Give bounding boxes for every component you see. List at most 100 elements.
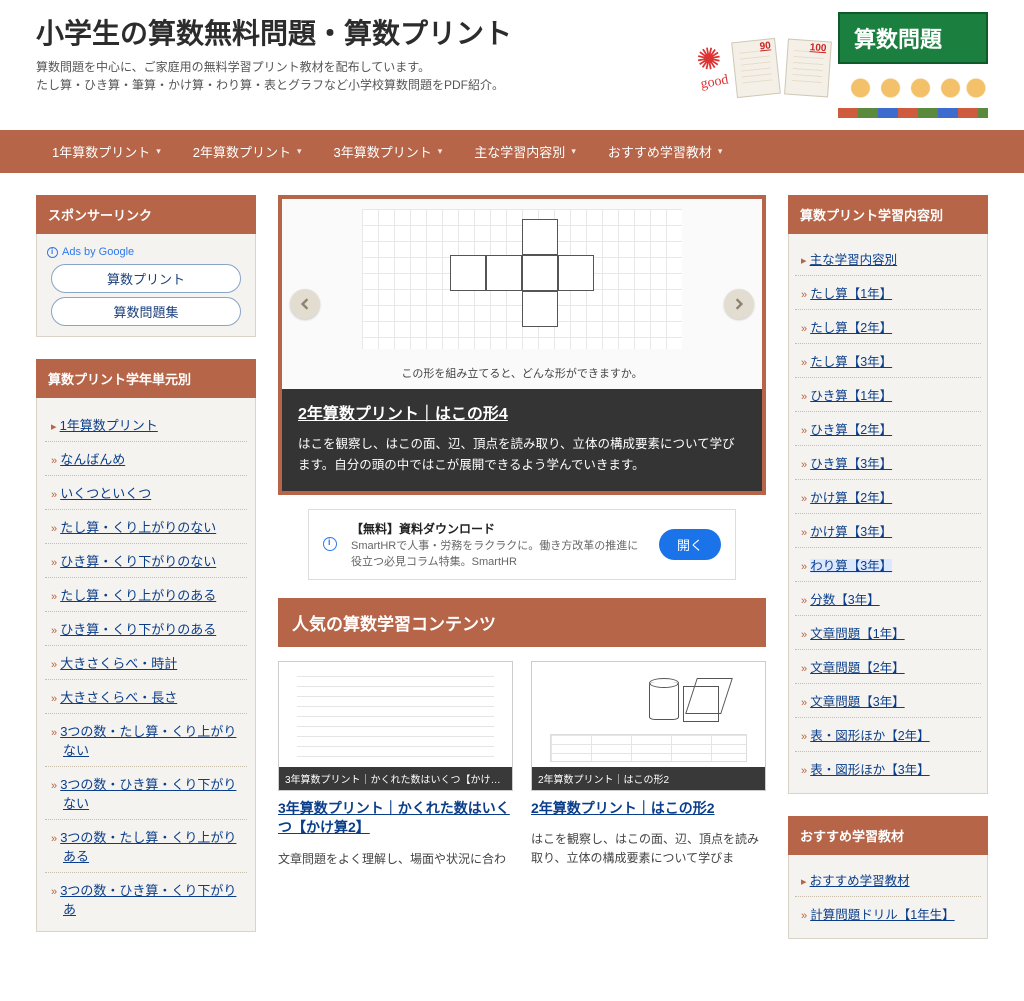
cube-net-icon [450,219,594,327]
sponsor-widget-body: Ads by Google 算数プリント 算数問題集 [36,234,256,337]
nav-item-by-topic[interactable]: 主な学習内容別 ▾ [458,130,592,173]
slide-problem-text: この形を組み立てると、どんな形ができますか。 [282,365,762,381]
ad-pill-2[interactable]: 算数問題集 [51,297,241,326]
content-card: 3年算数プリント｜かくれた数はいくつ【かけ算2】 3年算数プリント｜かくれた数は… [278,661,513,881]
inline-ad[interactable]: 【無料】資料ダウンロード SmartHRで人事・労務をラクラクに。働き方改革の推… [308,509,736,580]
card-tag: 3年算数プリント｜かくれた数はいくつ【かけ算2】 [279,767,512,790]
chevron-down-icon: ▾ [718,146,723,157]
inline-ad-open-button[interactable]: 開く [659,529,721,560]
chevron-down-icon: ▾ [156,146,161,157]
inline-ad-title: 【無料】資料ダウンロード [351,520,645,537]
kids-illustration-icon [838,64,988,124]
nav-item-grade2[interactable]: 2年算数プリント ▾ [177,130,318,173]
chevron-down-icon: ▾ [297,146,302,157]
chevron-left-icon [299,298,311,310]
unit-widget: 算数プリント学年単元別 1年算数プリント なんばんめ いくつといくつ たし算・く… [36,359,256,932]
category-item[interactable]: ひき算【1年】 [795,378,981,412]
unit-item[interactable]: いくつといくつ [45,476,247,510]
table-lines-graphic [550,734,747,762]
category-item[interactable]: 分数【3年】 [795,582,981,616]
recommended-widget: おすすめ学習教材 おすすめ学習教材 計算問題ドリル【1年生】 [788,816,988,939]
test-paper-icon: 100 [784,39,832,98]
subject-badge: 算数問題 [838,12,988,64]
nav-item-grade1[interactable]: 1年算数プリント ▾ [36,130,177,173]
slide-title-link[interactable]: 2年算数プリント｜はこの形4 [298,401,508,428]
category-item[interactable]: たし算【2年】 [795,310,981,344]
unit-item[interactable]: たし算・くり上がりのある [45,578,247,612]
card-title-link[interactable]: 3年算数プリント｜かくれた数はいくつ【かけ算2】 [278,799,513,838]
cylinder-icon [649,682,679,720]
category-item[interactable]: 文章問題【2年】 [795,650,981,684]
category-item[interactable]: かけ算【3年】 [795,514,981,548]
content-card: 2年算数プリント｜はこの形2 2年算数プリント｜はこの形2 はこを観察し、はこの… [531,661,766,881]
unit-item[interactable]: 大きさくらべ・長さ [45,680,247,714]
unit-item[interactable]: なんばんめ [45,442,247,476]
recommended-main-item[interactable]: おすすめ学習教材 [795,863,981,897]
popular-cards: 3年算数プリント｜かくれた数はいくつ【かけ算2】 3年算数プリント｜かくれた数は… [278,661,766,881]
site-title[interactable]: 小学生の算数無料問題・算数プリント [36,12,512,52]
category-item[interactable]: ひき算【2年】 [795,412,981,446]
unit-main-item[interactable]: 1年算数プリント [45,408,247,442]
widget-title-categories: 算数プリント学習内容別 [788,195,988,234]
main-navbar: 1年算数プリント ▾ 2年算数プリント ▾ 3年算数プリント ▾ 主な学習内容別… [0,130,1024,173]
unit-main-link[interactable]: 1年算数プリント [60,418,158,433]
site-description: 算数問題を中心に、ご家庭用の無料学習プリント教材を配布しています。 たし算・ひき… [36,58,512,94]
chevron-right-icon [733,298,745,310]
left-sidebar: スポンサーリンク Ads by Google 算数プリント 算数問題集 算数プリ… [36,195,256,961]
category-item[interactable]: 表・図形ほか【3年】 [795,752,981,785]
unit-widget-body: 1年算数プリント なんばんめ いくつといくつ たし算・くり上がりのない ひき算・… [36,398,256,932]
inline-ad-text: 【無料】資料ダウンロード SmartHRで人事・労務をラクラクに。働き方改革の推… [351,520,645,569]
category-main-item[interactable]: 主な学習内容別 [795,242,981,276]
card-tag: 2年算数プリント｜はこの形2 [532,767,765,790]
right-sidebar: 算数プリント学習内容別 主な学習内容別 たし算【1年】 たし算【2年】 たし算【… [788,195,988,961]
widget-title-sponsor: スポンサーリンク [36,195,256,234]
info-icon [323,537,337,551]
grid-paper-graphic [362,209,682,349]
ad-pill-1[interactable]: 算数プリント [51,264,241,293]
nav-item-recommended[interactable]: おすすめ学習教材 ▾ [592,130,739,173]
header-illustration: ✺ good 90 100 算数問題 [698,12,988,124]
unit-item[interactable]: 3つの数・たし算・くり上がりある [45,820,247,873]
unit-item[interactable]: 3つの数・ひき算・くり下がりない [45,767,247,820]
category-item[interactable]: 文章問題【1年】 [795,616,981,650]
unit-item[interactable]: 大きさくらべ・時計 [45,646,247,680]
unit-item[interactable]: たし算・くり上がりのない [45,510,247,544]
widget-title-units: 算数プリント学年単元別 [36,359,256,398]
category-item[interactable]: ひき算【3年】 [795,446,981,480]
header-text-block: 小学生の算数無料問題・算数プリント 算数問題を中心に、ご家庭用の無料学習プリント… [36,12,512,94]
category-item[interactable]: 文章問題【3年】 [795,684,981,718]
unit-list: 1年算数プリント なんばんめ いくつといくつ たし算・くり上がりのない ひき算・… [45,408,247,925]
category-item[interactable]: 表・図形ほか【2年】 [795,718,981,752]
slider-next-button[interactable] [724,289,754,319]
page-grid: スポンサーリンク Ads by Google 算数プリント 算数問題集 算数プリ… [0,173,1024,1001]
category-item[interactable]: たし算【3年】 [795,344,981,378]
ads-by-google-label[interactable]: Ads by Google [47,246,247,258]
recommended-item[interactable]: 計算問題ドリル【1年生】 [795,897,981,930]
category-widget-body: 主な学習内容別 たし算【1年】 たし算【2年】 たし算【3年】 ひき算【1年】 … [788,234,988,794]
popular-section-heading: 人気の算数学習コンテンツ [278,598,766,647]
nav-item-grade3[interactable]: 3年算数プリント ▾ [318,130,459,173]
good-stamp-icon: ✺ good [694,43,730,93]
card-thumbnail[interactable]: 3年算数プリント｜かくれた数はいくつ【かけ算2】 [278,661,513,791]
widget-title-recommended: おすすめ学習教材 [788,816,988,855]
card-description: 文章問題をよく理解し、場面や状況に合わ [278,850,513,869]
card-description: はこを観察し、はこの面、辺、頂点を読み取り、立体の構成要素について学びま [531,830,766,868]
recommended-list: おすすめ学習教材 計算問題ドリル【1年生】 [795,863,981,930]
category-widget: 算数プリント学習内容別 主な学習内容別 たし算【1年】 たし算【2年】 たし算【… [788,195,988,794]
category-item[interactable]: たし算【1年】 [795,276,981,310]
category-item[interactable]: かけ算【2年】 [795,480,981,514]
unit-item[interactable]: 3つの数・ひき算・くり下がりあ [45,873,247,925]
site-header: 小学生の算数無料問題・算数プリント 算数問題を中心に、ご家庭用の無料学習プリント… [0,0,1024,130]
unit-item[interactable]: 3つの数・たし算・くり上がりない [45,714,247,767]
main-content: この形を組み立てると、どんな形ができますか。 2年算数プリント｜はこの形4 はこ… [278,195,766,961]
slide-description: はこを観察し、はこの面、辺、頂点を読み取り、立体の構成要素について学びます。自分… [298,437,735,472]
slider-stage[interactable]: この形を組み立てると、どんな形ができますか。 [282,199,762,389]
unit-item[interactable]: ひき算・くり下がりのない [45,544,247,578]
inline-ad-desc: SmartHRで人事・労務をラクラクに。働き方改革の推進に役立つ必見コラム特集。… [351,537,645,569]
card-thumbnail[interactable]: 2年算数プリント｜はこの形2 [531,661,766,791]
card-title-link[interactable]: 2年算数プリント｜はこの形2 [531,799,766,819]
chevron-down-icon: ▾ [438,146,443,157]
unit-item[interactable]: ひき算・くり下がりのある [45,612,247,646]
category-item[interactable]: わり算【3年】 [795,548,981,582]
slider-prev-button[interactable] [290,289,320,319]
